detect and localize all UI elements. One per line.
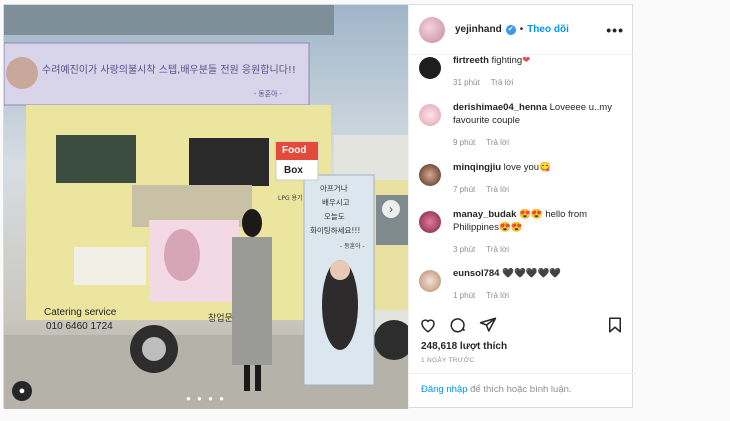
emoji: 😍😍 — [519, 209, 543, 220]
standee-text-4: 화이팅하세요!!! — [310, 226, 361, 235]
comments-list[interactable]: firtreeth fighting❤ 31 phút Trả lời deris… — [409, 55, 635, 310]
sign-lpg: LPG 용기 — [278, 195, 303, 202]
standee-text-2: 배우시고 — [322, 198, 350, 207]
comment-item: manay_budak 😍😍 hello from Philippines😍😍 … — [419, 208, 633, 256]
avatar[interactable] — [419, 164, 441, 186]
comment-item: firtreeth fighting❤ 31 phút Trả lời — [419, 55, 530, 89]
comment-text: love you — [503, 162, 540, 173]
truck-small-text: 창업문 — [208, 314, 233, 324]
comment-time[interactable]: 7 phút — [453, 185, 475, 194]
standee-sign: - 동훈아 - — [340, 243, 365, 250]
post-time[interactable]: 1 NGÀY TRƯỚC — [421, 357, 475, 364]
comment-time[interactable]: 31 phút — [453, 78, 480, 87]
carousel-dots: ● ● ● ● — [186, 394, 226, 403]
comment-item: derishimae04_henna Loveeee u..my favouri… — [419, 101, 633, 149]
comment-username[interactable]: eunsol784 — [453, 268, 499, 279]
login-prompt: Đăng nhập để thích hoặc bình luận. — [409, 373, 635, 409]
roof-banner-text: 수려예진이가 사랑의불시착 스텝,배우분들 전원 응원합니다!! — [42, 65, 296, 76]
truck-phone: 010 6460 1724 — [46, 321, 113, 332]
post-header: yejinhand ✔ • Theo dõi ••• — [409, 5, 634, 55]
share-icon[interactable] — [479, 316, 497, 339]
reply-button[interactable]: Trả lời — [486, 185, 509, 194]
sign-food: Food — [282, 145, 307, 156]
reply-button[interactable]: Trả lời — [486, 245, 509, 254]
comment-username[interactable]: manay_budak — [453, 209, 516, 220]
post-sidebar: yejinhand ✔ • Theo dõi ••• firtreeth fig… — [408, 5, 635, 409]
comment-time[interactable]: 9 phút — [453, 138, 475, 147]
sign-box: Box — [284, 165, 303, 176]
comment-text: fighting — [491, 55, 523, 66]
post-card: 수려예진이가 사랑의불시착 스텝,배우분들 전원 응원합니다!! - 동훈아 -… — [3, 4, 635, 409]
avatar[interactable] — [419, 57, 441, 79]
comment-item: minqingjiu love you😋 7 phút Trả lời — [419, 161, 551, 196]
bookmark-icon[interactable] — [606, 316, 624, 339]
comment-time[interactable]: 1 phút — [453, 291, 475, 300]
comment-username[interactable]: minqingjiu — [453, 162, 501, 173]
verified-badge-icon: ✔ — [505, 24, 516, 35]
truck-service-label: Catering service — [44, 307, 117, 318]
avatar[interactable] — [419, 16, 445, 43]
username-link[interactable]: yejinhand — [455, 24, 502, 35]
comment-username[interactable]: derishimae04_henna — [453, 102, 547, 113]
login-link[interactable]: Đăng nhập — [421, 384, 467, 395]
heart-icon[interactable] — [419, 316, 437, 339]
likes-count[interactable]: 248,618 lượt thích — [421, 341, 507, 352]
heart-emoji: ❤ — [522, 55, 531, 66]
post-photo[interactable]: 수려예진이가 사랑의불시착 스텝,배우분들 전원 응원합니다!! - 동훈아 -… — [4, 5, 408, 409]
follow-button[interactable]: Theo dõi — [527, 24, 569, 35]
roof-banner-sign: - 동훈아 - — [254, 91, 282, 98]
avatar[interactable] — [419, 104, 441, 126]
comment-item: eunsol784 🖤🖤🖤🖤🖤 1 phút Trả lời — [419, 267, 561, 302]
login-prompt-text: để thích hoặc bình luận. — [467, 384, 572, 395]
reply-button[interactable]: Trả lời — [491, 78, 514, 87]
comment-time[interactable]: 3 phút — [453, 245, 475, 254]
standee-text-1: 아프거나 — [320, 184, 348, 193]
more-options-icon[interactable]: ••• — [606, 22, 624, 38]
reply-button[interactable]: Trả lời — [486, 138, 509, 147]
emoji: 😋 — [539, 162, 551, 173]
comment-username[interactable]: firtreeth — [453, 55, 489, 66]
avatar[interactable] — [419, 211, 441, 233]
reply-button[interactable]: Trả lời — [486, 291, 509, 300]
emoji: 😍😍 — [498, 222, 523, 233]
standee-text-3: 오늘도 — [324, 212, 345, 221]
avatar[interactable] — [419, 270, 441, 292]
emoji: 🖤🖤🖤🖤🖤 — [502, 268, 562, 279]
comment-icon[interactable] — [449, 316, 467, 339]
separator: • — [519, 24, 524, 35]
action-bar — [419, 317, 624, 337]
carousel-next-button[interactable]: › — [382, 200, 400, 218]
